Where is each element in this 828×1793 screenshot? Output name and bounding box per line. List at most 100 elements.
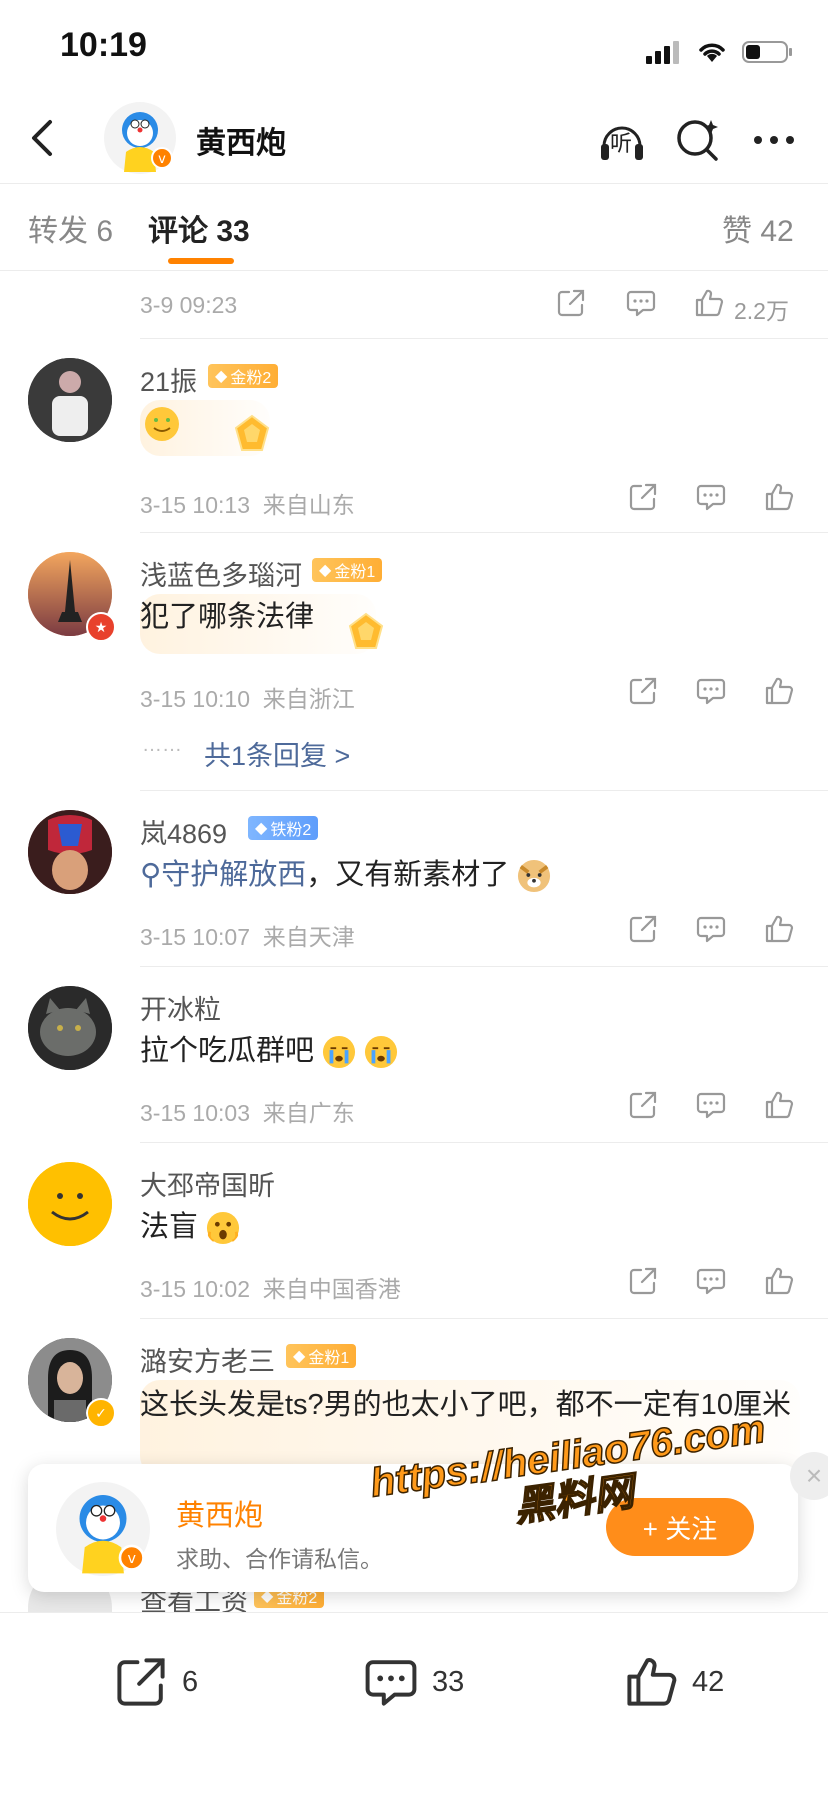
comment-location: 来自天津 xyxy=(262,924,355,950)
like-icon[interactable] xyxy=(764,914,794,944)
comment-time: 3-15 10:13 xyxy=(140,492,250,518)
listen-button[interactable]: 听 xyxy=(596,114,648,166)
bottom-comment-button[interactable]: 33 xyxy=(364,1655,464,1709)
bottom-like-button[interactable]: 42 xyxy=(624,1655,724,1709)
like-icon xyxy=(627,1658,677,1706)
like-icon[interactable] xyxy=(694,288,724,318)
header-user-name[interactable]: 黄西炮 xyxy=(196,118,286,162)
comment-avatar[interactable] xyxy=(28,986,112,1070)
cat-photo-icon xyxy=(28,986,112,1070)
post-time: 3-9 09:23 xyxy=(140,292,238,318)
like-icon[interactable] xyxy=(764,1090,794,1120)
listen-label: 听 xyxy=(610,131,633,156)
comment-meta: 3-15 10:03 来自广东 xyxy=(140,1094,355,1128)
comment-username[interactable]: 大邳帝国昕 xyxy=(140,1164,275,1203)
tab-repost-label: 转发 xyxy=(28,215,88,248)
comment-icon[interactable] xyxy=(696,482,726,512)
battery-icon xyxy=(742,41,792,63)
nav-header: v 黄西炮 听 xyxy=(0,96,828,184)
active-tab-indicator xyxy=(168,258,234,264)
badge-label: 金粉2 xyxy=(230,370,272,387)
comment-icon[interactable] xyxy=(696,676,726,706)
painted-face-photo-icon xyxy=(28,810,112,894)
comment-avatar[interactable] xyxy=(28,358,112,442)
tab-comments-count: 33 xyxy=(216,215,250,248)
badge-gem-icon: ◆ xyxy=(215,368,228,385)
share-icon[interactable] xyxy=(628,676,658,706)
search-sparkle-icon[interactable] xyxy=(672,114,724,166)
like-icon[interactable] xyxy=(764,676,794,706)
doraemon-avatar-icon: v xyxy=(122,112,173,172)
comment-avatar[interactable] xyxy=(28,1162,112,1246)
header-avatar[interactable]: v xyxy=(104,102,176,174)
doraemon-avatar-icon: v xyxy=(79,1495,145,1574)
share-icon[interactable] xyxy=(628,482,658,512)
share-icon[interactable] xyxy=(628,1090,658,1120)
comment-icon[interactable] xyxy=(696,1266,726,1296)
comment-icon[interactable] xyxy=(626,288,656,318)
comment-time: 3-15 10:03 xyxy=(140,1100,250,1126)
badge-label: 铁粉2 xyxy=(270,822,312,839)
like-icon[interactable] xyxy=(764,1266,794,1296)
row-divider xyxy=(140,1142,828,1143)
comment-username[interactable]: 潞安方老三 xyxy=(140,1340,275,1379)
tab-repost-count: 6 xyxy=(96,215,114,248)
like-icon[interactable] xyxy=(764,482,794,512)
smile-emoji-icon xyxy=(144,406,180,447)
status-time: 10:19 xyxy=(60,26,147,64)
row-divider xyxy=(140,966,828,967)
fan-badge: ◆ 金粉1 xyxy=(286,1344,357,1368)
more-icon[interactable] xyxy=(748,114,800,166)
fan-badge: ◆ 金粉2 xyxy=(208,364,279,388)
follow-card-avatar[interactable]: v xyxy=(56,1482,150,1576)
row-divider xyxy=(140,338,828,339)
fan-badge: ◆ 铁粉2 xyxy=(248,816,319,840)
topic-search-icon: ⚲ xyxy=(140,859,162,891)
share-icon[interactable] xyxy=(556,288,586,318)
comment-text: 法盲 xyxy=(140,1211,199,1243)
badge-label: 金粉1 xyxy=(308,1350,350,1367)
svg-text:v: v xyxy=(127,1551,136,1567)
tab-repost[interactable]: 转发 6 xyxy=(28,206,113,250)
view-replies-link[interactable]: 共1条回复 > xyxy=(204,734,350,773)
follow-card-description: 求助、合作请私信。 xyxy=(176,1546,383,1572)
row-divider xyxy=(140,532,828,533)
comment-username[interactable]: 浅蓝色多瑙河 xyxy=(140,554,302,593)
tab-comments[interactable]: 评论 33 xyxy=(148,206,250,250)
back-arrow-icon[interactable] xyxy=(22,116,66,160)
crying-emoji-icon xyxy=(365,1036,398,1069)
topic-link[interactable]: 守护解放西 xyxy=(161,859,306,891)
bottom-comment-count: 33 xyxy=(432,1665,465,1698)
comment-meta: 3-15 10:07 来自天津 xyxy=(140,918,355,952)
tabs-divider xyxy=(0,270,828,271)
row-divider xyxy=(140,1318,828,1319)
tab-likes[interactable]: 赞 42 xyxy=(722,206,794,250)
comment-avatar[interactable] xyxy=(28,810,112,894)
comment-text-line: ⚲守护解放西，又有新素材了 xyxy=(140,852,551,898)
comment-icon[interactable] xyxy=(696,1090,726,1120)
comment-username[interactable]: 开冰粒 xyxy=(140,988,221,1027)
comment-username[interactable]: 岚4869 xyxy=(140,812,227,851)
wifi-icon xyxy=(699,43,725,62)
shocked-emoji-icon xyxy=(207,1212,240,1245)
bottom-action-bar: 6 33 42 xyxy=(0,1612,828,1793)
fan-badge: ◆ 金粉1 xyxy=(312,558,383,582)
comment-username[interactable]: 21振 xyxy=(140,360,197,399)
bottom-repost-button[interactable]: 6 xyxy=(114,1655,198,1709)
status-icons xyxy=(646,32,794,72)
verified-yellow-icon: ✓ xyxy=(86,1398,116,1428)
row-divider xyxy=(140,790,828,791)
person-photo-icon xyxy=(28,358,112,442)
tab-comments-label: 评论 xyxy=(148,215,208,248)
follow-card-name[interactable]: 黄西炮 xyxy=(176,1492,263,1534)
share-icon[interactable] xyxy=(628,1266,658,1296)
comment-icon[interactable] xyxy=(696,914,726,944)
svg-text:v: v xyxy=(158,152,166,167)
comment-text: 犯了哪条法律 xyxy=(140,601,315,633)
comment-time: 3-15 10:07 xyxy=(140,924,250,950)
comment-location: 来自广东 xyxy=(262,1100,355,1126)
share-icon[interactable] xyxy=(628,914,658,944)
verified-red-icon: ★ xyxy=(86,612,116,642)
badge-label: 金粉1 xyxy=(334,564,376,581)
comment-location: 来自山东 xyxy=(262,492,355,518)
